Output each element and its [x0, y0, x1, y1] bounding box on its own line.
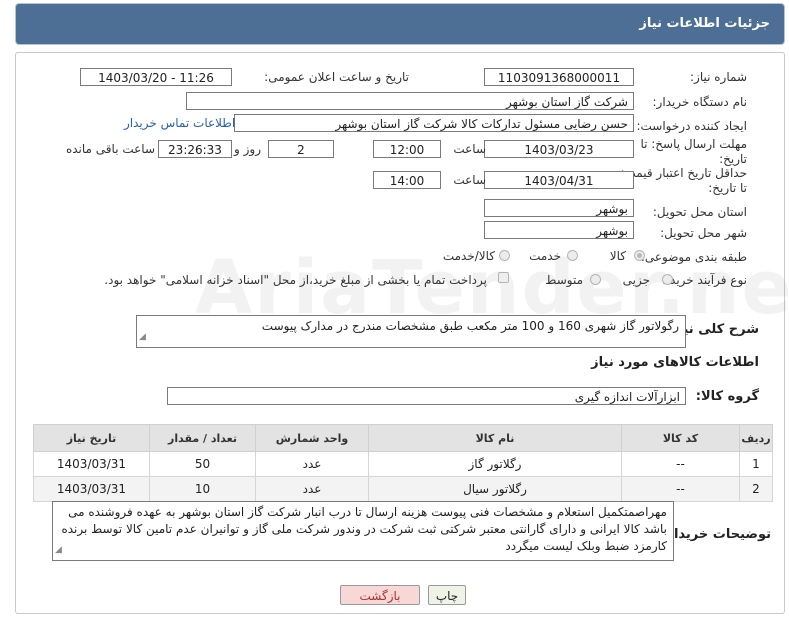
cell-need-date: 1403/03/31 [33, 476, 150, 502]
days-label: روز و [234, 142, 261, 156]
category-radio-goods-service[interactable] [499, 250, 510, 261]
cell-item-code: -- [621, 476, 740, 502]
col-header-unit: واحد شمارش [255, 424, 369, 452]
cell-unit: عدد [255, 476, 369, 502]
goods-group-field: ابزارآلات اندازه گیری [167, 387, 686, 405]
category-radio-goods[interactable] [634, 250, 645, 261]
days-field: 2 [268, 140, 334, 158]
col-header-row-number: ردیف [739, 424, 773, 452]
resize-grip-icon[interactable]: ◢ [139, 329, 146, 346]
payment-note: پرداخت تمام یا بخشی از مبلغ خرید،از محل … [104, 273, 487, 287]
reply-date-field: 1403/03/23 [484, 140, 634, 158]
category-radio-service[interactable] [567, 250, 578, 261]
table-row[interactable]: 1 -- رگلاتور گاز عدد 50 1403/03/31 [33, 451, 773, 477]
reply-time-field: 12:00 [373, 140, 441, 158]
buyer-org-field: شرکت گاز استان بوشهر [186, 92, 634, 110]
summary-field: رگولاتور گاز شهری 160 و 100 متر مکعب طبق… [136, 315, 686, 348]
table-header-row: ردیف کد کالا نام کالا واحد شمارش تعداد /… [33, 424, 773, 452]
remaining-time-field: 23:26:33 [158, 140, 232, 158]
buyer-notes-label: توضیحات خریدار: [661, 527, 771, 542]
cell-unit: عدد [255, 451, 369, 477]
header-bar: جزئیات اطلاعات نیاز [15, 3, 785, 45]
requester-field: حسن رضایی مسئول تدارکات کالا شرکت گاز اس… [234, 114, 634, 132]
process-radio-minor[interactable] [662, 274, 673, 285]
items-table: ردیف کد کالا نام کالا واحد شمارش تعداد /… [33, 424, 773, 502]
price-validity-label: حداقل تاریخ اعتبار قیمت: تا تاریخ: [620, 166, 747, 195]
validity-time-field: 14:00 [373, 171, 441, 189]
validity-time-label: ساعت [453, 173, 486, 187]
buyer-notes-text: مهراصمتکمیل استعلام و مشخصات فنی پیوست ه… [61, 505, 667, 553]
col-header-item-code: کد کالا [621, 424, 740, 452]
cell-quantity: 50 [149, 451, 256, 477]
remaining-label: ساعت باقی مانده [65, 142, 155, 156]
category-option-goods: کالا [609, 249, 626, 263]
goods-group-label: گروه کالا: [695, 389, 759, 404]
resize-grip-icon[interactable]: ◢ [55, 542, 62, 559]
col-header-need-date: تاریخ نیاز [33, 424, 150, 452]
reply-deadline-label: مهلت ارسال پاسخ: تا تاریخ: [640, 137, 747, 166]
payment-checkbox[interactable] [498, 272, 509, 283]
table-row[interactable]: 2 -- رگلاتور سیال عدد 10 1403/03/31 [33, 476, 773, 502]
requester-label: ایجاد کننده درخواست: [636, 119, 747, 133]
need-number-field: 1103091368000011 [484, 68, 634, 86]
back-button[interactable]: بازگشت [340, 585, 420, 605]
buyer-contact-link[interactable]: اطلاعات تماس خریدار [124, 116, 235, 130]
process-radio-medium[interactable] [590, 274, 601, 285]
category-option-goods-service: کالا/خدمت [442, 249, 495, 263]
cell-quantity: 10 [149, 476, 256, 502]
process-option-medium: متوسط [545, 273, 583, 287]
province-field: بوشهر [484, 199, 634, 217]
col-header-item-name: نام کالا [368, 424, 622, 452]
cell-item-name: رگلاتور گاز [368, 451, 622, 477]
category-label: طبقه بندی موضوعی: [640, 250, 747, 264]
col-header-quantity: تعداد / مقدار [149, 424, 256, 452]
summary-text: رگولاتور گاز شهری 160 و 100 متر مکعب طبق… [261, 319, 679, 333]
validity-date-field: 1403/04/31 [484, 171, 634, 189]
province-label: استان محل تحویل: [652, 205, 747, 219]
goods-info-title: اطلاعات کالاهای مورد نیاز [591, 355, 759, 370]
cell-row-number: 2 [739, 476, 773, 502]
cell-need-date: 1403/03/31 [33, 451, 150, 477]
announce-field: 1403/03/20 - 11:26 [80, 68, 232, 86]
cell-row-number: 1 [739, 451, 773, 477]
process-label: نوع فرآیند خرید : [662, 273, 747, 287]
page-title: جزئیات اطلاعات نیاز [639, 16, 770, 31]
category-option-service: خدمت [529, 249, 561, 263]
announce-label: تاریخ و ساعت اعلان عمومی: [264, 70, 409, 84]
buyer-notes-field: مهراصمتکمیل استعلام و مشخصات فنی پیوست ه… [52, 501, 674, 561]
process-option-minor: جزیی [622, 273, 650, 287]
reply-time-label: ساعت [453, 142, 486, 156]
cell-item-name: رگلاتور سیال [368, 476, 622, 502]
buyer-org-label: نام دستگاه خریدار: [652, 95, 748, 109]
city-label: شهر محل تحویل: [660, 226, 747, 240]
city-field: بوشهر [484, 221, 634, 239]
print-button[interactable]: چاپ [428, 585, 466, 605]
cell-item-code: -- [621, 451, 740, 477]
need-number-label: شماره نیاز: [690, 70, 747, 84]
